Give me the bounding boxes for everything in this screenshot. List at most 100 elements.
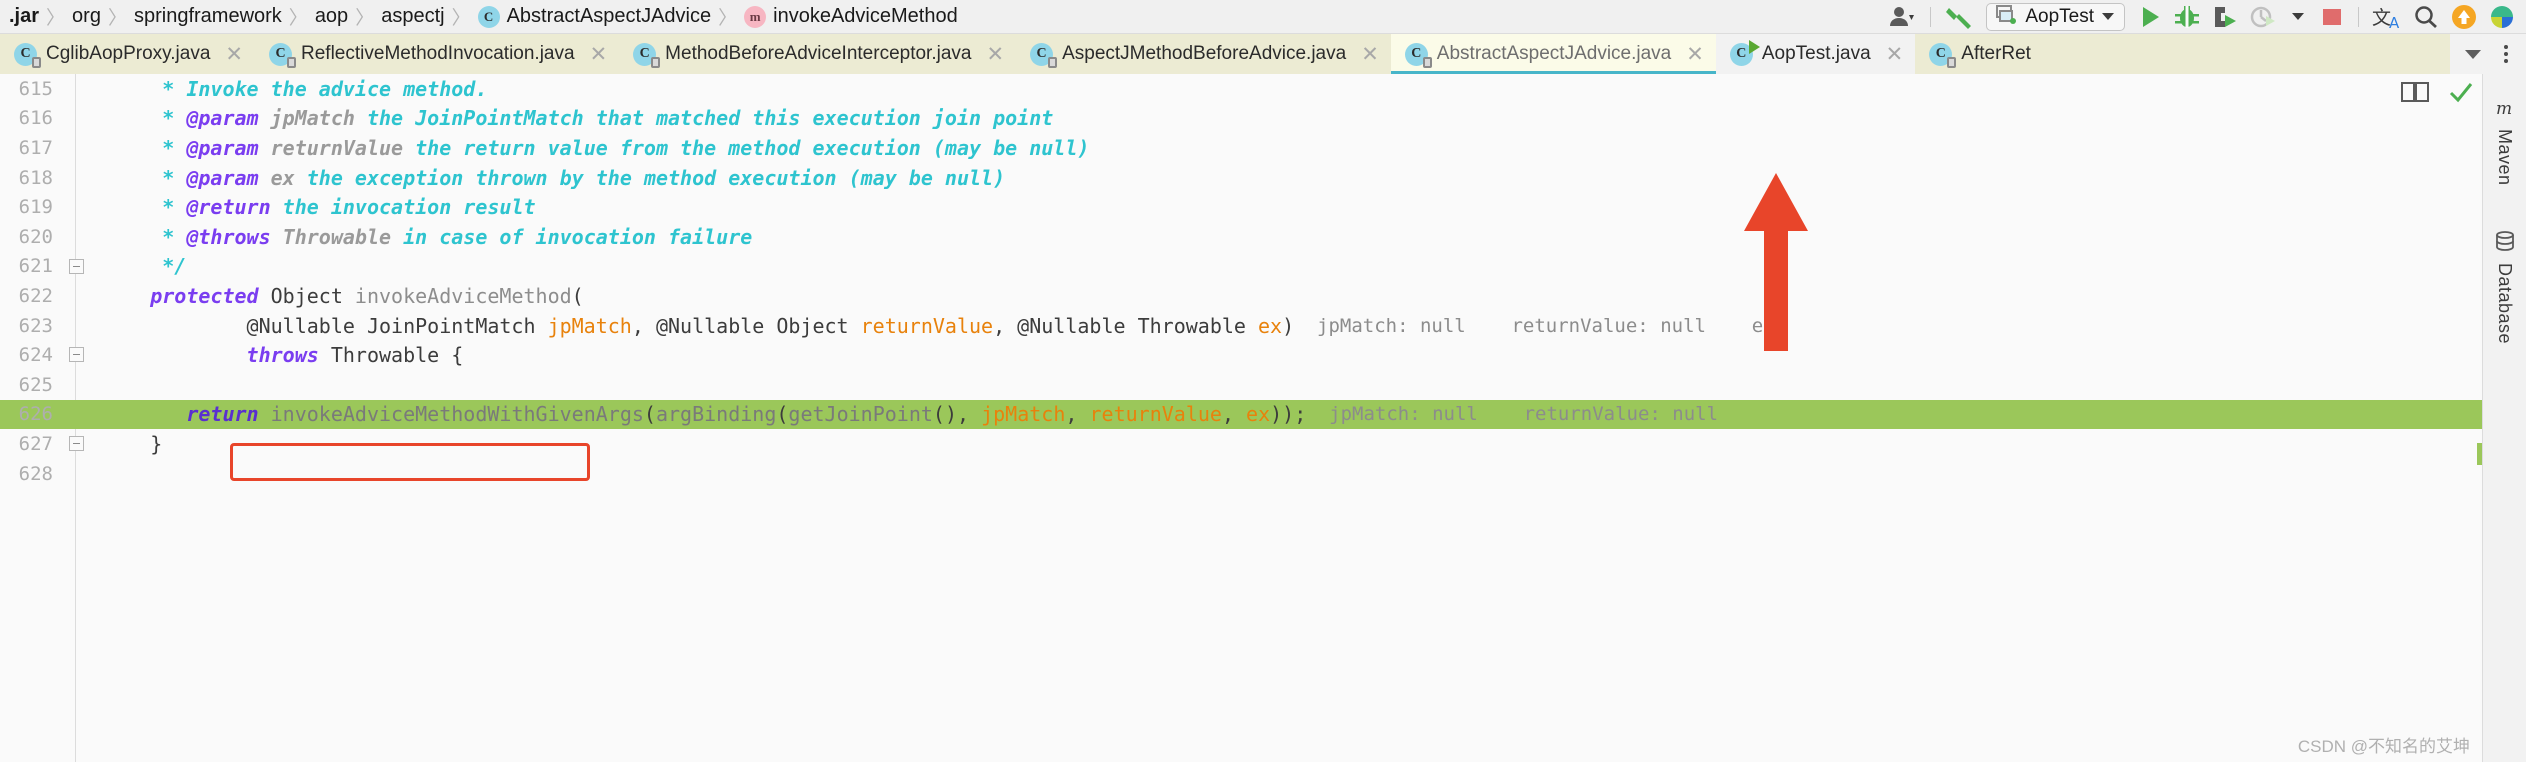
lock-badge-icon bbox=[1947, 56, 1957, 68]
breadcrumb-item-label: aop bbox=[314, 5, 349, 27]
java-class-icon: C bbox=[1729, 39, 1760, 66]
code-token: @param bbox=[186, 165, 259, 190]
tab-overflow-controls bbox=[2450, 34, 2526, 74]
translate-icon[interactable]: 文 A bbox=[2368, 2, 2406, 32]
breadcrumb-separator: 〉 bbox=[107, 8, 127, 29]
close-icon[interactable]: ✕ bbox=[1355, 43, 1379, 65]
code-token: argBinding bbox=[655, 402, 777, 427]
code-line[interactable]: return invokeAdviceMethodWithGivenArgs(a… bbox=[90, 399, 2526, 430]
toolbar-divider-1 bbox=[1930, 6, 1932, 27]
right-tool-rail: m Maven Database bbox=[2482, 74, 2526, 762]
close-icon[interactable]: ✕ bbox=[1680, 43, 1704, 65]
code-line[interactable]: protected Object invokeAdviceMethod( bbox=[90, 281, 2526, 311]
book-icon[interactable] bbox=[2400, 80, 2430, 109]
fold-cell bbox=[62, 74, 90, 104]
run-icon[interactable] bbox=[2133, 2, 2167, 32]
editor-tab-methodbeforeadviceinterceptorjava[interactable]: C MethodBeforeAdviceInterceptor.java ✕ bbox=[619, 34, 1017, 74]
breadcrumb-item-label: invokeAdviceMethod bbox=[773, 5, 958, 27]
code-token: the JoinPointMatch that matched this exe… bbox=[354, 106, 1054, 131]
hammer-icon[interactable] bbox=[1940, 2, 1978, 32]
editor-tab-label: AopTest.java bbox=[1761, 43, 1871, 64]
code-line[interactable]: * @param returnValue the return value fr… bbox=[90, 133, 2526, 163]
code-line[interactable]: * @throws Throwable in case of invocatio… bbox=[90, 222, 2526, 252]
run-with-coverage-icon[interactable] bbox=[2207, 2, 2243, 32]
inline-parameter-hint: jpMatch: null returnValue: null ex: bbox=[1294, 314, 1787, 337]
update-icon[interactable] bbox=[2446, 2, 2482, 32]
code-editor: 615 616 617 618 619 620 621 622 623 624 625 626 627 6… bbox=[0, 74, 2526, 762]
ide-logo-icon[interactable] bbox=[2484, 2, 2520, 32]
code-token: * bbox=[90, 135, 187, 160]
collapse-fold-icon[interactable] bbox=[69, 258, 84, 274]
line-number: 621 bbox=[18, 255, 53, 278]
breadcrumb-item-aop[interactable]: aop bbox=[310, 0, 353, 33]
breadcrumb-item-org[interactable]: org bbox=[67, 0, 106, 33]
code-line[interactable]: @Nullable JoinPointMatch jpMatch, @Nulla… bbox=[90, 311, 2526, 341]
close-icon[interactable]: ✕ bbox=[980, 43, 1004, 65]
breadcrumb-item-springframework[interactable]: springframework bbox=[129, 0, 287, 33]
java-class-icon: C bbox=[1404, 42, 1432, 68]
editor-tab-label: AbstractAspectJAdvice.java bbox=[1436, 43, 1672, 64]
user-icon[interactable] bbox=[1885, 2, 1921, 32]
code-line[interactable] bbox=[90, 370, 2526, 400]
fold-cell bbox=[62, 252, 90, 282]
close-icon[interactable]: ✕ bbox=[584, 43, 608, 65]
breadcrumb-item-jar[interactable]: .jar bbox=[4, 0, 44, 33]
code-token: jpMatch bbox=[981, 402, 1066, 427]
code-line[interactable]: * Invoke the advice method. bbox=[90, 74, 2526, 104]
breadcrumb-item-abstractaspectjadvice[interactable]: C AbstractAspectJAdvice bbox=[473, 0, 717, 33]
search-icon[interactable] bbox=[2408, 2, 2444, 32]
close-icon[interactable]: ✕ bbox=[219, 43, 243, 65]
collapse-fold-icon[interactable] bbox=[69, 436, 84, 452]
maven-icon: m bbox=[2494, 98, 2516, 123]
code-line[interactable]: * @param ex the exception thrown by the … bbox=[90, 163, 2526, 193]
breadcrumb-item-aspectj[interactable]: aspectj bbox=[376, 0, 449, 33]
run-configuration-selector[interactable]: AopTest bbox=[1986, 2, 2125, 31]
code-line[interactable]: * @return the invocation result bbox=[90, 192, 2526, 222]
code-line[interactable]: throws Throwable { bbox=[90, 340, 2526, 370]
editor-tab-cglibaopproxyjava[interactable]: C CglibAopProxy.java ✕ bbox=[0, 34, 256, 74]
fold-cell bbox=[62, 370, 90, 400]
fold-cell bbox=[62, 399, 90, 430]
code-line[interactable]: } bbox=[90, 429, 2526, 459]
code-token: ( bbox=[776, 402, 789, 427]
stop-icon[interactable] bbox=[2315, 2, 2349, 32]
rail-item-maven[interactable]: m Maven bbox=[2494, 84, 2516, 186]
breadcrumb-separator: 〉 bbox=[355, 8, 375, 29]
code-token: ex bbox=[270, 165, 295, 190]
code-line[interactable]: * @param jpMatch the JoinPointMatch that… bbox=[90, 104, 2526, 134]
breadcrumb-item-invokeadvicemethod[interactable]: m invokeAdviceMethod bbox=[739, 0, 963, 33]
editor-tab-strip: C CglibAopProxy.java ✕ C ReflectiveMethodInv… bbox=[0, 34, 2526, 74]
editor-tab-label: ReflectiveMethodInvocation.java bbox=[301, 43, 575, 64]
more-options-icon[interactable] bbox=[2492, 45, 2520, 63]
rail-item-database[interactable]: Database bbox=[2494, 216, 2516, 344]
svg-text:m: m bbox=[2496, 99, 2512, 118]
line-number: 616 bbox=[18, 107, 53, 130]
checkmark-icon[interactable] bbox=[2448, 80, 2474, 109]
editor-tab-abstractaspectjadvicejava[interactable]: C AbstractAspectJAdvice.java ✕ bbox=[1390, 34, 1716, 74]
code-content-area[interactable]: * Invoke the advice method. * @param jpM… bbox=[90, 74, 2526, 762]
line-number: 619 bbox=[18, 196, 53, 219]
editor-tab-afterret[interactable]: C AfterRet bbox=[1915, 34, 2043, 74]
editor-tab-reflectivemethodinvocationjava[interactable]: C ReflectiveMethodInvocation.java ✕ bbox=[255, 34, 620, 74]
editor-tab-aoptestjava[interactable]: C AopTest.java ✕ bbox=[1715, 34, 1916, 74]
method-icon: m bbox=[744, 5, 767, 28]
editor-tab-aspectjmethodbeforeadvicejava[interactable]: C AspectJMethodBeforeAdvice.java ✕ bbox=[1016, 34, 1391, 74]
code-token: return bbox=[186, 402, 259, 427]
code-token: throws bbox=[246, 343, 319, 368]
close-icon[interactable]: ✕ bbox=[1880, 43, 1904, 65]
profiler-dropdown-icon[interactable] bbox=[2283, 2, 2313, 32]
chevron-down-icon[interactable] bbox=[2465, 49, 2481, 59]
code-line[interactable] bbox=[90, 459, 2526, 489]
chevron-down-icon[interactable] bbox=[2102, 13, 2114, 20]
code-token: * bbox=[90, 224, 187, 249]
code-token: @return bbox=[186, 195, 271, 220]
code-token: jpMatch bbox=[270, 106, 355, 131]
collapse-fold-icon[interactable] bbox=[69, 347, 84, 363]
code-line[interactable]: */ bbox=[90, 252, 2526, 282]
breadcrumb-separator: 〉 bbox=[718, 8, 738, 29]
profiler-icon[interactable] bbox=[2245, 2, 2281, 32]
debug-icon[interactable] bbox=[2169, 2, 2205, 32]
